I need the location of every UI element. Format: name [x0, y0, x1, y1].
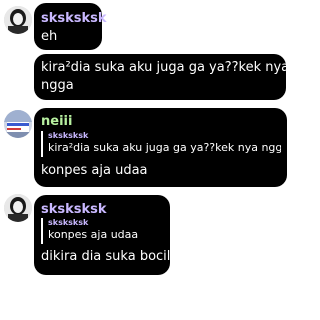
message-bubble[interactable]: neiii sksksksk kira²dia suka aku juga ga…	[34, 108, 287, 187]
sender-name[interactable]: sksksksk	[41, 202, 107, 217]
message-bubble[interactable]: kira²dia suka aku juga ga ya??kek nya ng…	[34, 54, 290, 100]
reply-sender-name: sksksksk	[48, 218, 89, 227]
reply-quote[interactable]: sksksksk kira²dia suka aku juga ga ya??k…	[41, 131, 281, 157]
reply-text: konpes aja udaa	[48, 228, 139, 241]
reply-sender-name: sksksksk	[48, 131, 89, 140]
message-text: dikira dia suka bocil	[41, 249, 171, 264]
message-text-line-2: ngga	[41, 78, 74, 93]
reply-quote[interactable]: sksksksk konpes aja udaa	[41, 218, 165, 244]
reply-text: kira²dia suka aku juga ga ya??kek nya ng…	[48, 141, 281, 154]
message-text-line-1: kira²dia suka aku juga ga ya??kek nya	[41, 60, 290, 75]
message-bubble[interactable]: sksksksk sksksksk konpes aja udaa dikira…	[34, 195, 170, 275]
avatar-sksksksk[interactable]	[4, 194, 32, 222]
message-text: eh	[41, 29, 58, 44]
avatar-sksksksk[interactable]	[4, 6, 32, 34]
message-bubble[interactable]: sksksksk eh	[34, 3, 107, 50]
avatar-neiii[interactable]	[4, 110, 32, 138]
sender-name[interactable]: neiii	[41, 114, 72, 129]
message-text: konpes aja udaa	[41, 163, 148, 178]
sender-name[interactable]: sksksksk	[41, 11, 107, 26]
